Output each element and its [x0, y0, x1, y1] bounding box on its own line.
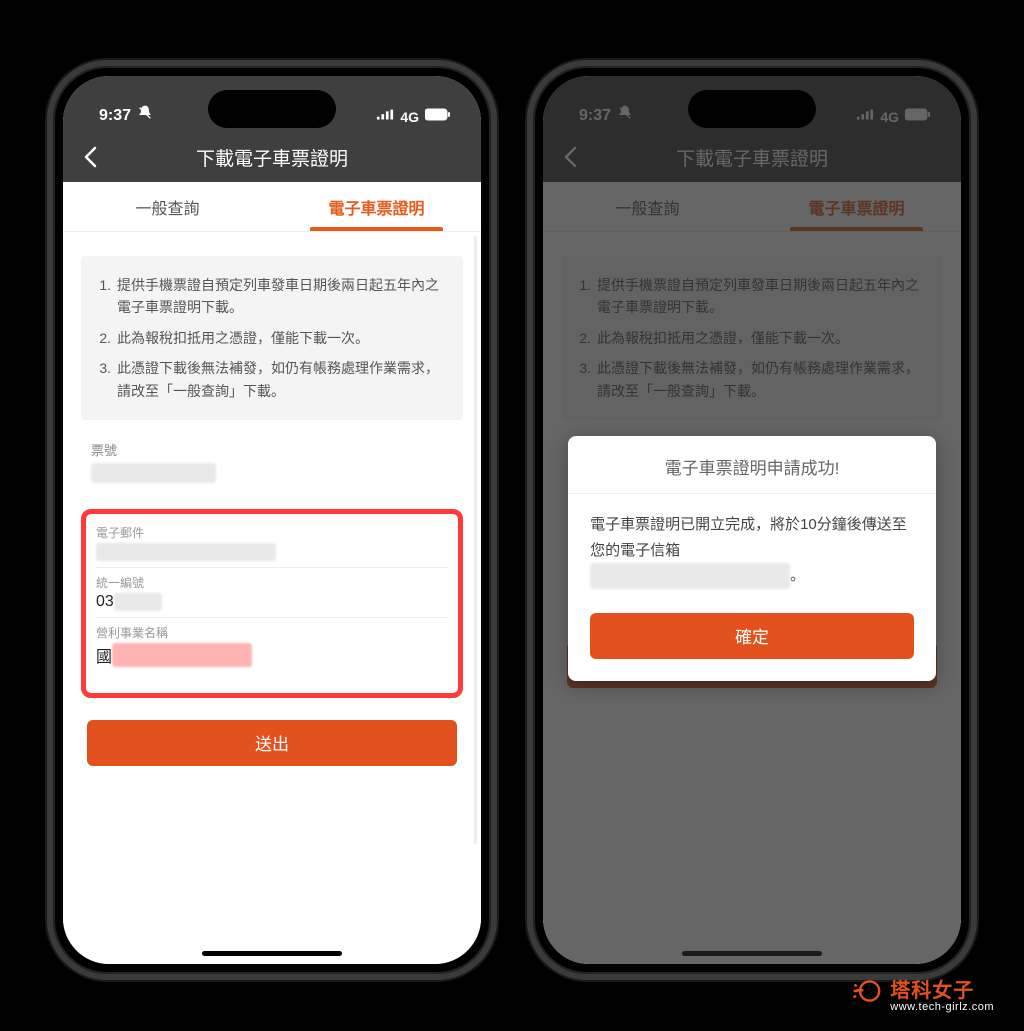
logo-icon	[852, 975, 884, 1012]
watermark-url: www.tech-girlz.com	[890, 1001, 994, 1013]
phone-left: 9:37 4G	[47, 60, 497, 980]
email-field[interactable]: 電子郵件 xxxxxxxxxxxxxxxxxx	[96, 524, 448, 568]
watermark: 塔科女子 www.tech-girlz.com	[852, 974, 994, 1013]
tab-general[interactable]: 一般查詢	[63, 182, 272, 231]
signal-icon	[376, 108, 394, 126]
page-title: 下載電子車票證明	[196, 144, 348, 171]
submit-button[interactable]: 送出	[87, 720, 457, 766]
instruction-item: 3. 此憑證下載後無法補發，如仍有帳務處理作業需求，請改至「一般查詢」下載。	[91, 357, 447, 402]
dynamic-island	[688, 90, 816, 128]
tab-strip: 一般查詢 電子車票證明	[63, 182, 481, 232]
content-area: 1. 提供手機票證自預定列車發車日期後兩日起五年內之電子車票證明下載。 2. 此…	[63, 232, 481, 964]
field-label: 票號	[91, 440, 453, 459]
tab-eticket[interactable]: 電子車票證明	[272, 182, 481, 231]
phone-right: 9:37 4G	[527, 60, 977, 980]
dynamic-island	[208, 90, 336, 128]
highlighted-form: 電子郵件 xxxxxxxxxxxxxxxxxx 統一編號 03xxxxxx 營利…	[81, 509, 463, 698]
modal-title: 電子車票證明申請成功!	[568, 436, 936, 494]
status-time: 9:37	[99, 107, 131, 125]
scrollbar[interactable]	[474, 236, 477, 844]
success-modal: 電子車票證明申請成功! 電子車票證明已開立完成，將於10分鐘後傳送至您的電子信箱…	[568, 436, 936, 681]
field-value: XXXXXXXXXXX	[91, 463, 453, 493]
back-button[interactable]	[75, 142, 105, 172]
ticket-number-field: 票號 XXXXXXXXXXX	[63, 420, 481, 493]
tax-id-field[interactable]: 統一編號 03xxxxxx	[96, 574, 448, 618]
modal-body: 電子車票證明已開立完成，將於10分鐘後傳送至您的電子信箱 xxxxxxxxxxx…	[568, 494, 936, 597]
screen-right: 9:37 4G	[543, 76, 961, 964]
watermark-text: 塔科女子	[890, 974, 994, 1003]
instruction-item: 1. 提供手機票證自預定列車發車日期後兩日起五年內之電子車票證明下載。	[91, 274, 447, 319]
bell-mute-icon	[137, 105, 153, 126]
nav-bar: 下載電子車票證明	[63, 132, 481, 182]
instruction-item: 2. 此為報稅扣抵用之憑證，僅能下載一次。	[91, 327, 447, 349]
status-network: 4G	[400, 109, 419, 125]
home-indicator[interactable]	[202, 951, 342, 956]
company-name-field[interactable]: 營利事業名稱 國口口口口口口口	[96, 624, 448, 673]
battery-icon	[425, 108, 451, 126]
instructions-box: 1. 提供手機票證自預定列車發車日期後兩日起五年內之電子車票證明下載。 2. 此…	[81, 256, 463, 420]
screen-left: 9:37 4G	[63, 76, 481, 964]
modal-ok-button[interactable]: 確定	[590, 613, 914, 659]
